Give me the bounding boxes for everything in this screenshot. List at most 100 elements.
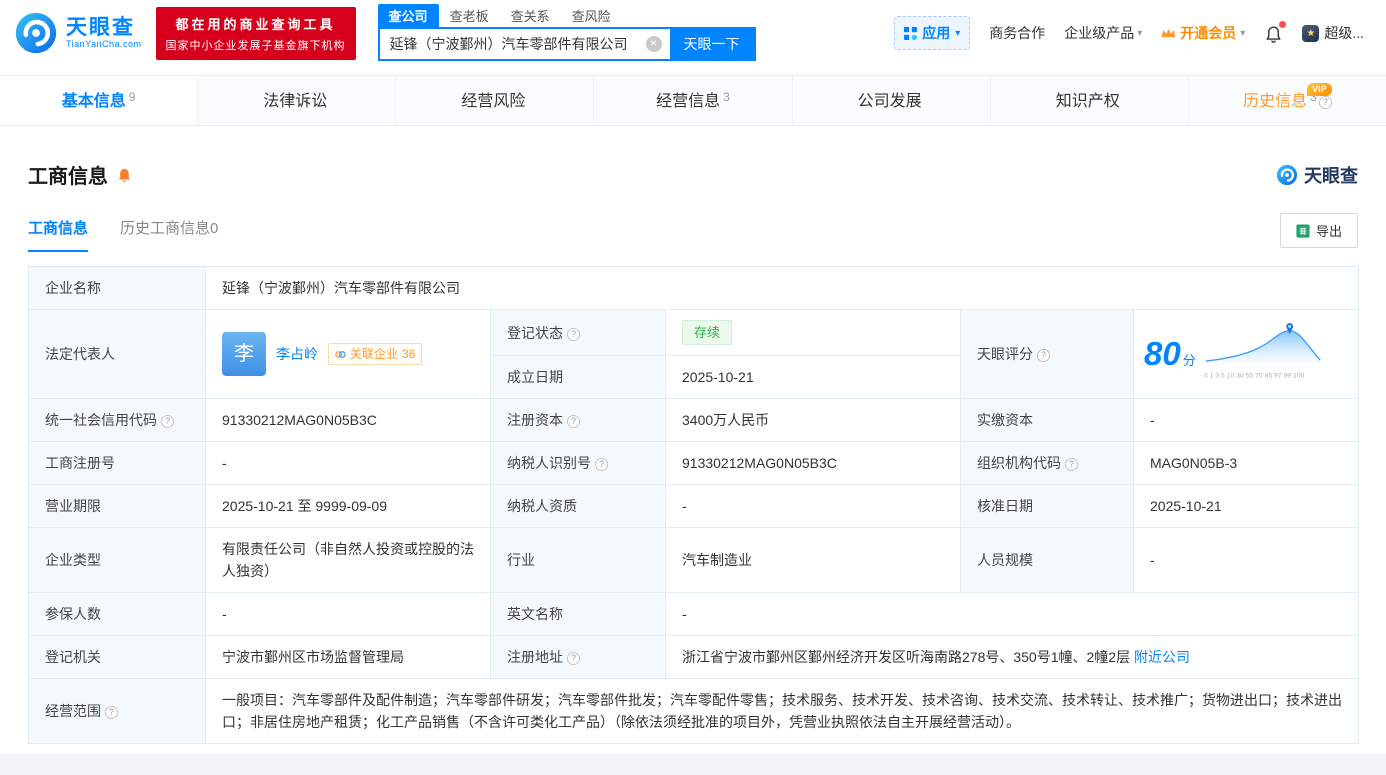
watermark-text: 天眼查	[1304, 165, 1358, 186]
field-label: 参保人数	[28, 592, 206, 636]
company-type-value: 有限责任公司（非自然人投资或控股的法人独资）	[205, 527, 491, 593]
help-icon[interactable]: ?	[161, 415, 174, 428]
tab-legal-litigation[interactable]: 法律诉讼	[198, 76, 397, 125]
excel-icon	[1296, 223, 1310, 238]
search-tab-company[interactable]: 查公司	[377, 3, 439, 27]
field-label: 行业	[490, 527, 666, 593]
apps-grid-icon	[904, 26, 918, 40]
logo-text-cn: 天眼查	[66, 16, 135, 39]
tab-operating-info[interactable]: 经营信息 3	[594, 76, 793, 125]
help-icon[interactable]: ?	[1065, 458, 1078, 471]
tab-basic-info[interactable]: 基本信息 9	[0, 76, 199, 125]
legal-rep-link[interactable]: 李占岭	[276, 343, 318, 365]
account-label: 超级...	[1324, 25, 1364, 41]
field-label: 纳税人识别号?	[490, 441, 666, 485]
nearby-companies-link[interactable]: 附近公司	[1134, 649, 1190, 665]
subscribe-bell-icon[interactable]	[116, 166, 133, 183]
field-label: 注册资本?	[490, 398, 666, 442]
help-icon[interactable]: ?	[567, 652, 580, 665]
field-label: 核准日期	[960, 484, 1134, 528]
score-value[interactable]: 80 分	[1144, 336, 1196, 372]
menu-cooperation[interactable]: 商务合作	[989, 23, 1045, 43]
field-label: 成立日期	[490, 355, 666, 399]
reg-capital-value: 3400万人民币	[665, 398, 961, 442]
field-label: 经营范围?	[28, 678, 206, 744]
search-box: × 天眼一下	[377, 26, 756, 61]
table-row: 营业期限 2025-10-21 至 9999-09-09 纳税人资质 - 核准日…	[28, 484, 1360, 528]
vip-tag: VIP	[1307, 83, 1332, 96]
org-code-value: MAG0N05B-3	[1132, 441, 1360, 485]
score-axis-labels: 0 1 3 5 10 30 55 70 85 97 99 100	[1203, 371, 1305, 380]
status-badge: 存续	[682, 320, 733, 345]
taxpayer-qualification-value: -	[665, 484, 961, 528]
search-tab-risk[interactable]: 查风险	[561, 4, 622, 27]
vip-badge-icon: ★	[1302, 24, 1320, 42]
business-term-value: 2025-10-21 至 9999-09-09	[205, 484, 491, 528]
search-button[interactable]: 天眼一下	[669, 28, 754, 59]
help-icon[interactable]: ?	[1318, 96, 1332, 109]
tab-operating-risk[interactable]: 经营风险	[396, 76, 595, 125]
reg-status-cell: 存续	[665, 309, 961, 356]
english-name-value: -	[664, 592, 1360, 636]
business-scope-value: 一般项目：汽车零部件及配件制造；汽车零部件研发；汽车零部件批发；汽车零配件零售；…	[204, 678, 1360, 744]
related-companies-badge[interactable]: 关联企业 36	[328, 343, 423, 365]
search-tab-boss[interactable]: 查老板	[439, 4, 500, 27]
clear-search-icon[interactable]: ×	[645, 35, 662, 52]
help-icon[interactable]: ?	[105, 706, 118, 719]
apps-menu-label: 应用	[922, 25, 951, 41]
chevron-down-icon: ▾	[1137, 27, 1143, 39]
tab-count: 9	[128, 90, 136, 104]
field-label: 营业期限	[28, 484, 206, 528]
help-icon[interactable]: ?	[1037, 349, 1050, 362]
subtab-business-info[interactable]: 工商信息	[28, 217, 89, 252]
search-input[interactable]	[379, 28, 646, 59]
crown-icon	[1161, 28, 1176, 38]
field-label: 组织机构代码?	[960, 441, 1134, 485]
tianyancha-watermark-icon	[1276, 164, 1298, 185]
tianyancha-logo-icon	[15, 12, 57, 54]
tianyancha-logo[interactable]: 天眼查 TianYanCha.com	[14, 11, 142, 55]
menu-open-vip[interactable]: 开通会员 ▾	[1161, 23, 1245, 43]
section-header: 工商信息 天眼查	[0, 160, 1386, 189]
establish-date-value: 2025-10-21	[665, 355, 961, 399]
help-icon[interactable]: ?	[595, 458, 608, 471]
industry-value: 汽车制造业	[665, 527, 961, 593]
table-row: 企业类型 有限责任公司（非自然人投资或控股的法人独资） 行业 汽车制造业 人员规…	[28, 527, 1360, 593]
tab-history-info[interactable]: 历史信息 3? VIP	[1189, 76, 1386, 125]
field-label: 英文名称	[490, 592, 666, 636]
taxpayer-id-value: 91330212MAG0N05B3C	[665, 441, 961, 485]
legal-rep-cell: 李 李占岭 关联企业 36	[205, 309, 491, 399]
account-menu[interactable]: ★ 超级...	[1302, 23, 1364, 43]
help-icon[interactable]: ?	[567, 327, 580, 341]
field-label: 实缴资本	[960, 398, 1134, 442]
subtab-history-business-info[interactable]: 历史工商信息0	[120, 217, 218, 252]
legal-rep-avatar[interactable]: 李	[222, 332, 266, 376]
reg-authority-value: 宁波市鄞州区市场监督管理局	[205, 635, 491, 679]
tab-company-development[interactable]: 公司发展	[793, 76, 991, 125]
field-label: 登记状态?	[490, 309, 666, 356]
main-content: 工商信息 天眼查 工商信息 历史工商信息0 导出 企业名称 延锋（宁波鄞州）汽车…	[0, 160, 1386, 775]
field-label: 人员规模	[960, 527, 1134, 593]
sub-tabs-row: 工商信息 历史工商信息0 导出	[0, 213, 1386, 252]
apps-menu-button[interactable]: 应用 ▾	[894, 16, 971, 50]
business-info-table: 企业名称 延锋（宁波鄞州）汽车零部件有限公司 法定代表人 李 李占岭 关联企业 …	[28, 266, 1360, 744]
field-label: 法定代表人	[28, 309, 206, 399]
promo-line2: 国家中小企业发展子基金旗下机构	[165, 39, 346, 52]
table-row: 参保人数 - 英文名称 -	[28, 592, 1360, 636]
table-row: 登记机关 宁波市鄞州区市场监督管理局 注册地址? 浙江省宁波市鄞州区鄞州经济开发…	[28, 635, 1360, 679]
table-row: 企业名称 延锋（宁波鄞州）汽车零部件有限公司	[28, 266, 1360, 310]
notification-bell-icon[interactable]	[1264, 20, 1287, 43]
field-label: 工商注册号	[28, 441, 206, 485]
help-icon[interactable]: ?	[567, 415, 580, 428]
tab-intellectual-property[interactable]: 知识产权	[991, 76, 1189, 125]
chevron-down-icon: ▾	[955, 27, 961, 39]
main-nav-tabs: 基本信息 9 法律诉讼 经营风险 经营信息 3 公司发展 知识产权 历史信息 3? V…	[0, 75, 1386, 126]
menu-enterprise-products[interactable]: 企业级产品 ▾	[1064, 23, 1142, 43]
score-chart: 0 1 3 5 10 30 55 70 85 97 99 100	[1204, 321, 1324, 387]
field-label: 纳税人资质	[490, 484, 666, 528]
field-label: 统一社会信用代码?	[28, 398, 206, 442]
score-cell: 80 分 0 1 3 5 10 30 55 70 85 97 99 100	[1132, 309, 1360, 399]
search-tab-relation[interactable]: 查关系	[500, 4, 561, 27]
export-button[interactable]: 导出	[1279, 213, 1358, 248]
footer-strip	[0, 754, 1386, 775]
